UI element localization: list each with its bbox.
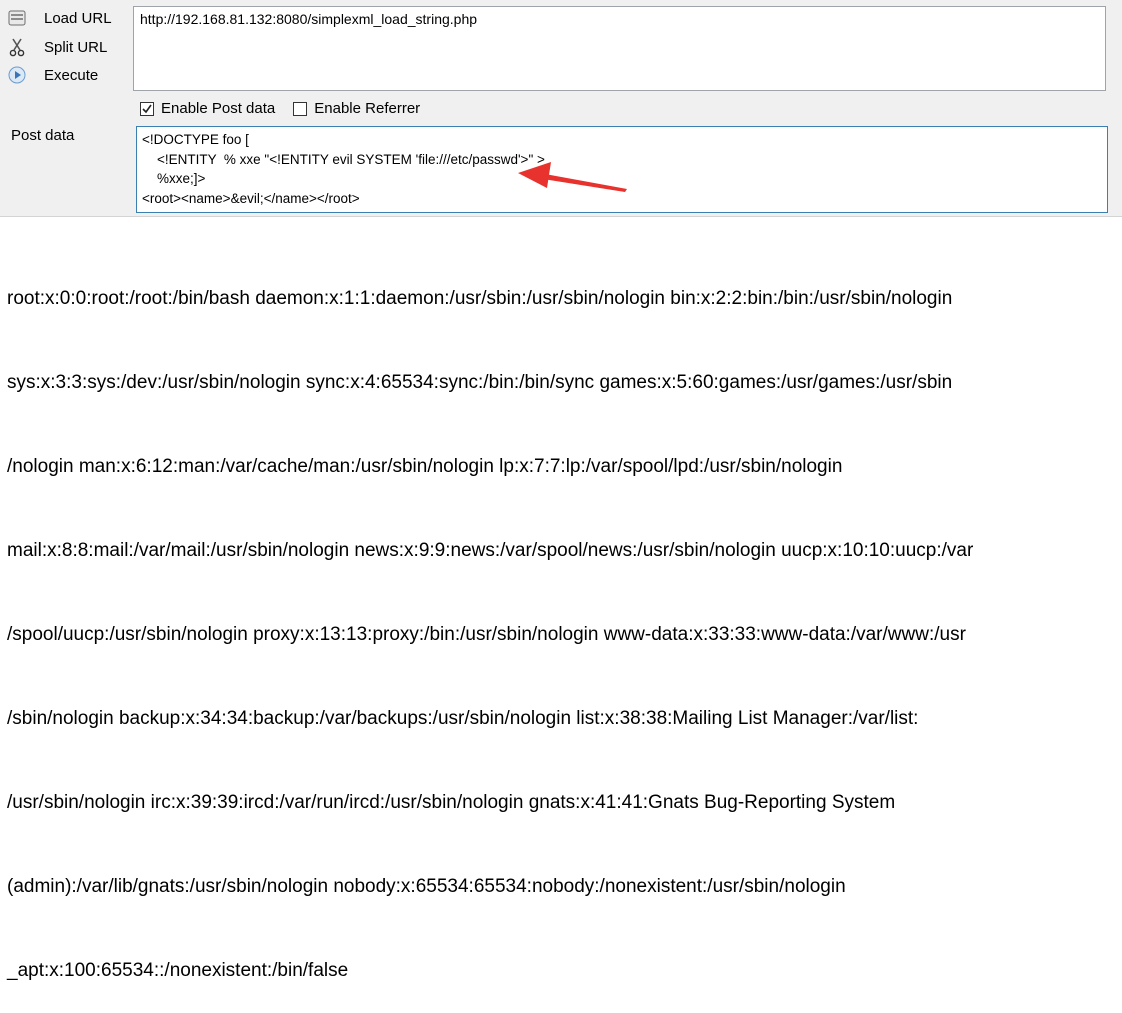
output-line: sys:x:3:3:sys:/dev:/usr/sbin/nologin syn…	[7, 372, 953, 393]
output-line: /usr/sbin/nologin irc:x:39:39:ircd:/var/…	[7, 792, 896, 813]
output-line: /spool/uucp:/usr/sbin/nologin proxy:x:13…	[7, 624, 966, 645]
load-url-label: Load URL	[44, 9, 112, 27]
enable-post-checkbox[interactable]: Enable Post data	[140, 100, 275, 117]
post-data-line: <!DOCTYPE foo [	[142, 132, 249, 147]
load-url-icon	[6, 7, 28, 29]
split-url-label: Split URL	[44, 38, 108, 56]
output-line: _apt:x:100:65534::/nonexistent:/bin/fals…	[7, 960, 349, 981]
post-data-label: Post data	[11, 127, 75, 144]
arrow-head	[518, 162, 551, 188]
checkbox-unchecked-icon	[293, 101, 308, 116]
enable-post-label: Enable Post data	[161, 100, 276, 117]
checkbox-checked-icon	[140, 101, 154, 116]
response-output: root:x:0:0:root:/root:/bin/bash daemon:x…	[7, 229, 1119, 1013]
output-line: /sbin/nologin backup:x:34:34:backup:/var…	[7, 708, 919, 729]
output-line: root:x:0:0:root:/root:/bin/bash daemon:x…	[7, 288, 953, 309]
execute-button[interactable]: Execute	[6, 63, 98, 87]
split-url-button[interactable]: Split URL	[6, 35, 107, 59]
url-input[interactable]: http://192.168.81.132:8080/simplexml_loa…	[133, 6, 1106, 91]
execute-icon	[6, 64, 28, 86]
execute-label: Execute	[44, 66, 99, 84]
hackbar-panel: Load URL Split URL Execute http://192.16…	[0, 0, 1122, 217]
enable-referrer-checkbox[interactable]: Enable Referrer	[293, 100, 420, 117]
arrow-shaft	[543, 174, 627, 192]
annotation-arrow-icon	[518, 162, 627, 192]
load-url-button[interactable]: Load URL	[6, 6, 112, 30]
output-line: /nologin man:x:6:12:man:/var/cache/man:/…	[7, 456, 843, 477]
split-url-icon	[6, 36, 28, 58]
output-line: (admin):/var/lib/gnats:/usr/sbin/nologin…	[7, 876, 846, 897]
enable-referrer-label: Enable Referrer	[314, 100, 421, 117]
output-line: mail:x:8:8:mail:/var/mail:/usr/sbin/nolo…	[7, 540, 974, 561]
